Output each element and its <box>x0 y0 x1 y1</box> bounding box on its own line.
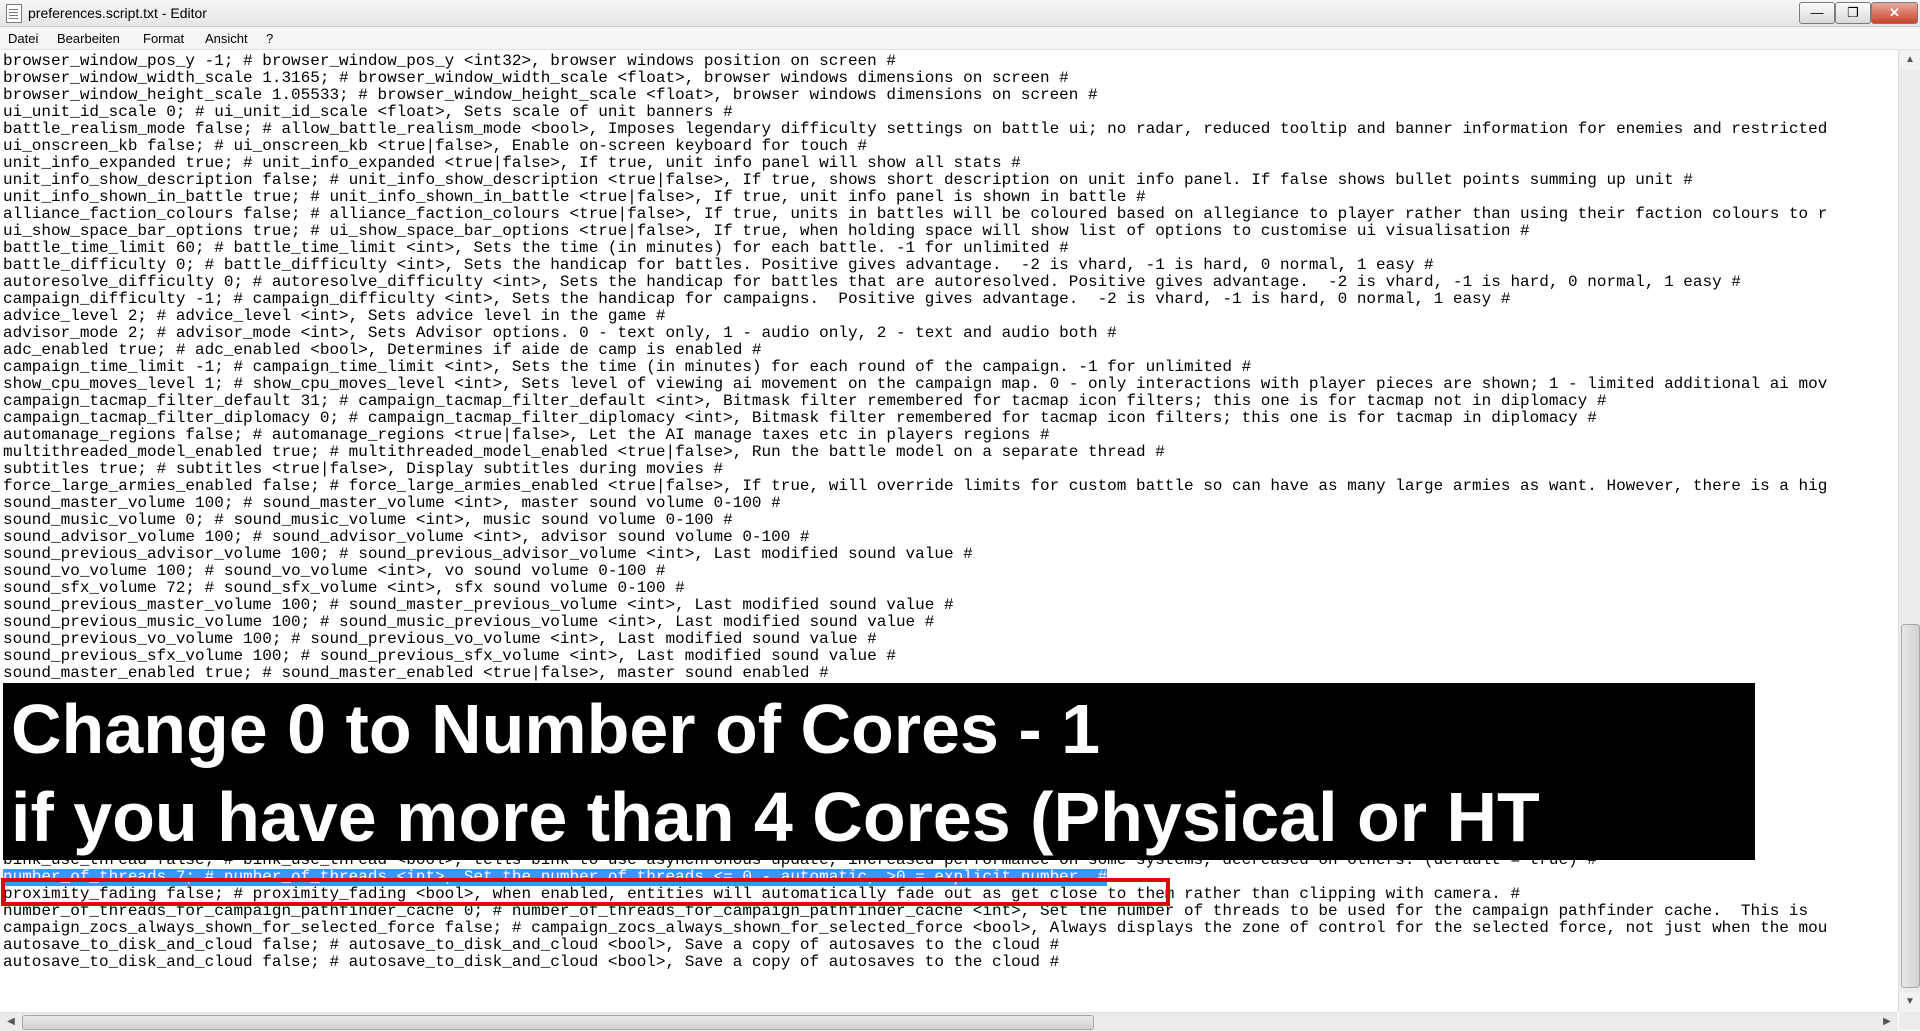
text-line: sound_previous_sfx_volume 100; # sound_p… <box>3 647 896 665</box>
text-line: battle_time_limit 60; # battle_time_limi… <box>3 239 1069 257</box>
text-line: sound_sfx_volume 72; # sound_sfx_volume … <box>3 579 685 597</box>
text-line: autosave_to_disk_and_cloud false; # auto… <box>3 953 1060 971</box>
close-button[interactable]: ✕ <box>1871 2 1918 24</box>
title-bar: preferences.script.txt - Editor — ❐ ✕ <box>0 0 1920 27</box>
text-line: alliance_faction_colours false; # allian… <box>3 205 1828 223</box>
text-line: ui_onscreen_kb false; # ui_onscreen_kb <… <box>3 137 868 155</box>
text-line: sound_vo_volume 100; # sound_vo_volume <… <box>3 562 666 580</box>
horizontal-scroll-thumb[interactable] <box>22 1015 1094 1030</box>
text-line: campaign_difficulty -1; # campaign_diffi… <box>3 290 1511 308</box>
menu-bar: Datei Bearbeiten Format Ansicht ? <box>0 27 1920 50</box>
text-line: subtitles true; # subtitles <true|false>… <box>3 460 724 478</box>
overlay-line-1: Change 0 to Number of Cores - 1 <box>11 690 1101 768</box>
text-line: unit_info_expanded true; # unit_info_exp… <box>3 154 1021 172</box>
menu-ansicht[interactable]: Ansicht <box>205 31 248 46</box>
text-line: sound_music_volume 0; # sound_music_volu… <box>3 511 733 529</box>
notepad-icon <box>6 4 22 23</box>
minimize-button[interactable]: — <box>1799 2 1835 24</box>
text-line: sound_previous_master_volume 100; # soun… <box>3 596 954 614</box>
menu-datei[interactable]: Datei <box>8 31 38 46</box>
text-line: show_cpu_moves_level 1; # show_cpu_moves… <box>3 375 1828 393</box>
text-line: autosave_to_disk_and_cloud false; # auto… <box>3 936 1060 954</box>
scroll-left-arrow-icon[interactable]: ◀ <box>2 1013 20 1031</box>
text-line: sound_advisor_volume 100; # sound_adviso… <box>3 528 810 546</box>
text-line: campaign_tacmap_filter_default 31; # cam… <box>3 392 1607 410</box>
text-line: browser_window_width_scale 1.3165; # bro… <box>3 69 1069 87</box>
highlight-box <box>1 878 1170 906</box>
resize-grip[interactable] <box>1899 1012 1920 1030</box>
instruction-overlay: Change 0 to Number of Cores - 1 if you h… <box>3 683 1755 860</box>
text-line: browser_window_pos_y -1; # browser_windo… <box>3 52 896 70</box>
maximize-button[interactable]: ❐ <box>1835 2 1871 24</box>
text-line: sound_previous_music_volume 100; # sound… <box>3 613 935 631</box>
text-line: browser_window_height_scale 1.05533; # b… <box>3 86 1098 104</box>
menu-help[interactable]: ? <box>266 31 273 46</box>
text-line: advice_level 2; # advice_level <int>, Se… <box>3 307 666 325</box>
text-line: battle_realism_mode false; # allow_battl… <box>3 120 1828 138</box>
scroll-right-arrow-icon[interactable]: ▶ <box>1878 1013 1896 1031</box>
text-line: autoresolve_difficulty 0; # autoresolve_… <box>3 273 1741 291</box>
scroll-up-arrow-icon[interactable]: ▲ <box>1900 50 1920 70</box>
overlay-line-2: if you have more than 4 Cores (Physical … <box>11 778 1540 856</box>
text-line: ui_show_space_bar_options true; # ui_sho… <box>3 222 1530 240</box>
text-line: campaign_tacmap_filter_diplomacy 0; # ca… <box>3 409 1597 427</box>
menu-bearbeiten[interactable]: Bearbeiten <box>57 31 120 46</box>
text-line: sound_previous_advisor_volume 100; # sou… <box>3 545 973 563</box>
text-line: battle_difficulty 0; # battle_difficulty… <box>3 256 1434 274</box>
menu-format[interactable]: Format <box>143 31 184 46</box>
text-line: sound_master_enabled true; # sound_maste… <box>3 664 829 682</box>
text-line: adc_enabled true; # adc_enabled <bool>, … <box>3 341 762 359</box>
text-line: campaign_zocs_always_shown_for_selected_… <box>3 919 1828 937</box>
text-line: unit_info_shown_in_battle true; # unit_i… <box>3 188 1146 206</box>
vertical-scrollbar[interactable]: ▲ ▼ <box>1898 50 1920 1012</box>
text-line: sound_master_volume 100; # sound_master_… <box>3 494 781 512</box>
window-title: preferences.script.txt - Editor <box>28 5 207 21</box>
text-editor-area[interactable]: browser_window_pos_y -1; # browser_windo… <box>0 50 1898 1012</box>
text-line: campaign_time_limit -1; # campaign_time_… <box>3 358 1252 376</box>
scroll-down-arrow-icon[interactable]: ▼ <box>1900 992 1920 1012</box>
vertical-scroll-thumb[interactable] <box>1901 624 1920 988</box>
text-line: automanage_regions false; # automanage_r… <box>3 426 1050 444</box>
text-line: unit_info_show_description false; # unit… <box>3 171 1693 189</box>
text-line: multithreaded_model_enabled true; # mult… <box>3 443 1165 461</box>
text-line: force_large_armies_enabled false; # forc… <box>3 477 1828 495</box>
text-line: sound_previous_vo_volume 100; # sound_pr… <box>3 630 877 648</box>
text-line: advisor_mode 2; # advisor_mode <int>, Se… <box>3 324 1117 342</box>
horizontal-scrollbar[interactable]: ◀ ▶ <box>0 1012 1898 1031</box>
text-line: ui_unit_id_scale 0; # ui_unit_id_scale <… <box>3 103 733 121</box>
